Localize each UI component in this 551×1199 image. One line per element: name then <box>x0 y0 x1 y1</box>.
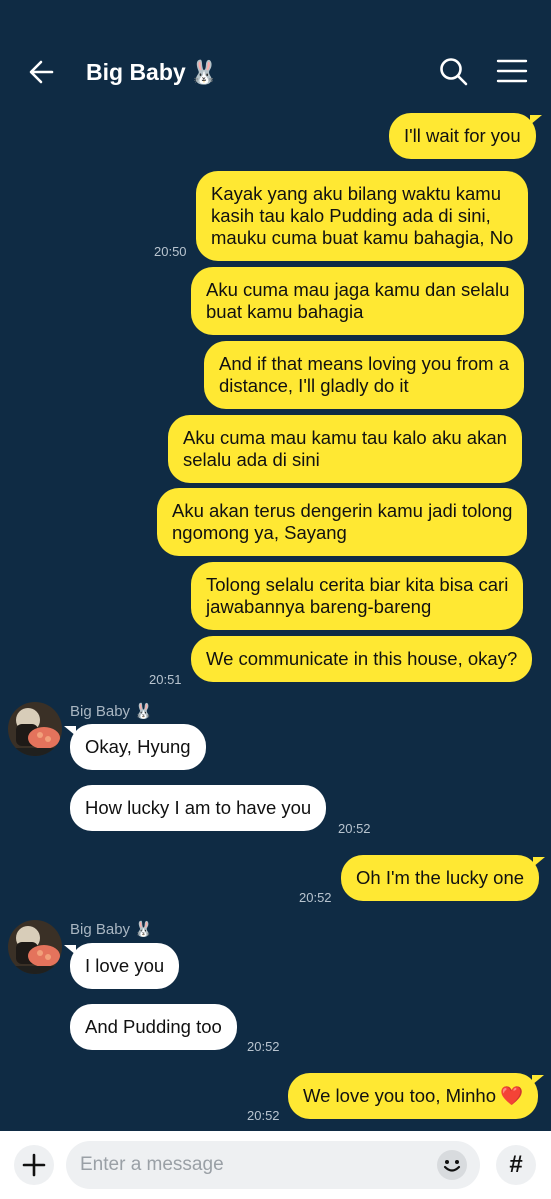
message-composer: # <box>0 1131 551 1199</box>
message-timestamp: 20:51 <box>149 672 182 687</box>
back-arrow-icon[interactable] <box>22 52 62 92</box>
message-timestamp: 20:50 <box>154 244 187 259</box>
message-text: We love you too, Minho <box>303 1085 496 1106</box>
message-text: How lucky I am to have you <box>85 797 312 818</box>
message-bubble-outgoing[interactable]: Aku akan terus dengerin kamu jadi tolong… <box>157 488 528 556</box>
message-timestamp: 20:52 <box>338 821 371 836</box>
chat-title-text: Big Baby <box>86 59 186 85</box>
chat-header: Big Baby 🐰 <box>0 0 551 108</box>
message-timestamp: 20:52 <box>299 890 332 905</box>
message-bubble-outgoing[interactable]: Oh I'm the lucky one <box>341 855 546 901</box>
message-text: Oh I'm the lucky one <box>356 867 525 888</box>
message-bubble-outgoing[interactable]: Aku cuma mau kamu tau kalo aku akan sela… <box>168 415 522 483</box>
message-line: mauku cuma buat kamu bahagia, No <box>211 227 514 248</box>
sender-name: Big Baby 🐰 <box>70 921 153 938</box>
message-line: distance, I'll gladly do it <box>219 375 409 396</box>
message-bubble-incoming[interactable]: I love you <box>63 943 180 989</box>
message-bubble-outgoing[interactable]: We communicate in this house, okay? <box>191 636 533 682</box>
message-bubble-incoming[interactable]: Okay, Hyung <box>64 724 206 770</box>
avatar[interactable] <box>8 702 62 756</box>
hamburger-menu-icon[interactable] <box>492 52 532 92</box>
message-line: jawabannya bareng-bareng <box>206 596 432 617</box>
message-line: kasih tau kalo Pudding ada di sini, <box>211 205 491 226</box>
chat-title[interactable]: Big Baby 🐰 <box>86 56 218 88</box>
message-bubble-outgoing[interactable]: And if that means loving you from a dist… <box>204 341 524 409</box>
plus-icon[interactable] <box>14 1145 54 1185</box>
message-line: ngomong ya, Sayang <box>172 522 347 543</box>
message-text: And Pudding too <box>85 1016 222 1037</box>
message-timestamp: 20:52 <box>247 1108 280 1123</box>
message-line: Aku cuma mau kamu tau kalo aku akan <box>183 427 507 448</box>
message-line: Aku cuma mau jaga kamu dan selalu <box>206 279 510 300</box>
sender-name: Big Baby 🐰 <box>70 703 153 720</box>
heart-emoji: ❤️ <box>500 1085 524 1106</box>
message-input[interactable] <box>80 1141 430 1189</box>
message-line: And if that means loving you from a <box>219 353 509 374</box>
avatar[interactable] <box>8 920 62 974</box>
message-timestamp: 20:52 <box>247 1039 280 1054</box>
message-line: Aku akan terus dengerin kamu jadi tolong <box>172 500 513 521</box>
message-line: Tolong selalu cerita biar kita bisa cari <box>206 574 509 595</box>
message-text: Okay, Hyung <box>85 736 191 757</box>
emoji-face-icon[interactable] <box>436 1149 468 1181</box>
message-bubble-outgoing[interactable]: Tolong selalu cerita biar kita bisa cari… <box>191 562 524 630</box>
message-text: I'll wait for you <box>404 125 521 146</box>
message-bubble-outgoing[interactable]: I'll wait for you <box>389 113 542 159</box>
title-emoji: 🐰 <box>189 59 219 85</box>
message-input-container <box>66 1141 480 1189</box>
search-icon[interactable] <box>434 52 474 92</box>
message-line: buat kamu bahagia <box>206 301 364 322</box>
message-bubble-outgoing[interactable]: We love you too, Minho ❤️ <box>288 1073 545 1119</box>
message-bubble-outgoing[interactable]: Kayak yang aku bilang waktu kamu kasih t… <box>196 171 529 261</box>
hashtag-button[interactable]: # <box>496 1145 536 1185</box>
message-text: We communicate in this house, okay? <box>206 648 518 669</box>
message-bubble-incoming[interactable]: How lucky I am to have you <box>70 785 327 831</box>
message-line: selalu ada di sini <box>183 449 320 470</box>
message-text: I love you <box>85 955 165 976</box>
message-line: Kayak yang aku bilang waktu kamu <box>211 183 502 204</box>
message-bubble-outgoing[interactable]: Aku cuma mau jaga kamu dan selalu buat k… <box>191 267 525 335</box>
message-bubble-incoming[interactable]: And Pudding too <box>70 1004 237 1050</box>
